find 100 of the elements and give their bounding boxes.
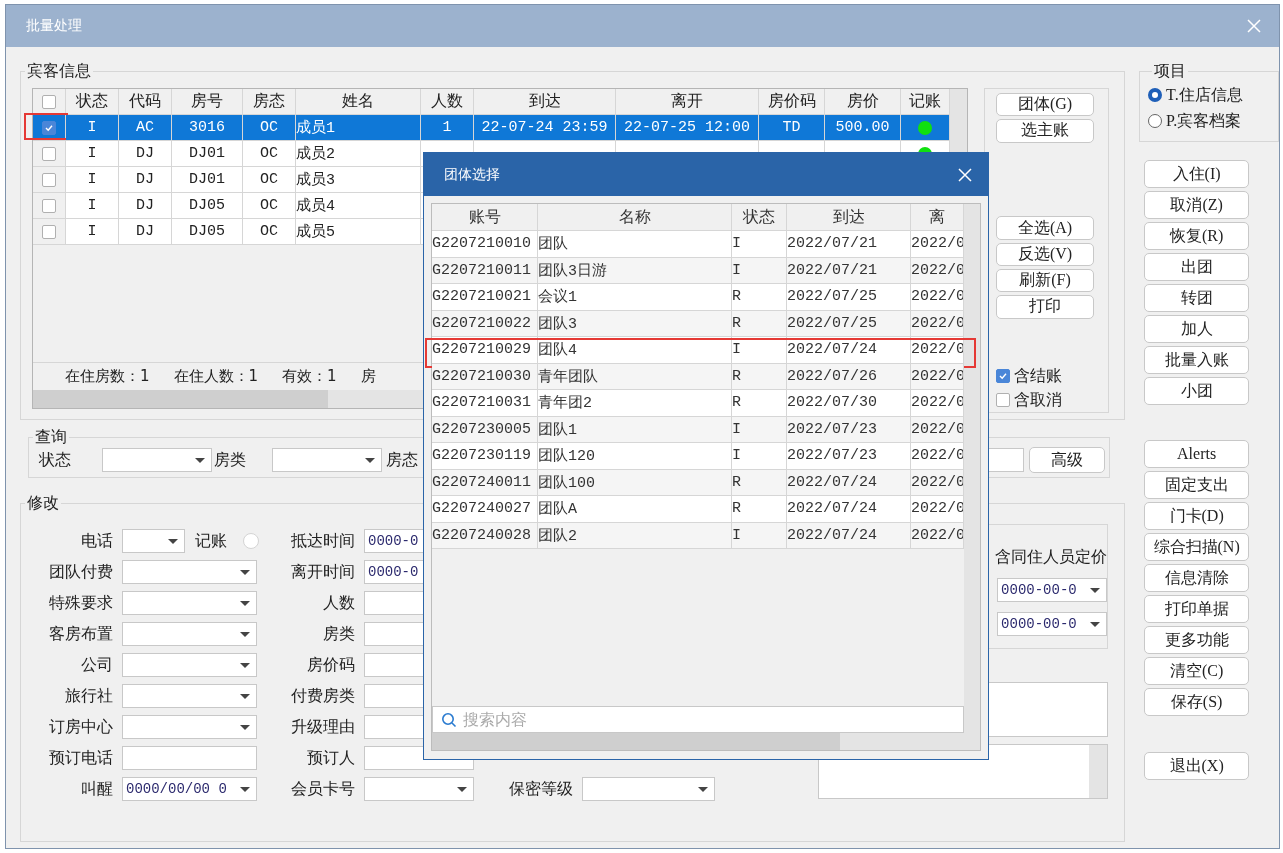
table-cell: DJ01 [172,167,243,193]
table-cell: R [732,363,787,390]
table-cell: 成员4 [296,193,421,219]
summary-text: 在住人数：1 [173,367,259,386]
table-cell: 成员2 [296,141,421,167]
table-cell: DJ05 [172,193,243,219]
table-cell: 2022/07/25 [787,310,911,337]
table-cell: 22-07-24 23:59 [474,115,616,141]
field-label: 人数 [322,592,356,614]
table-cell: 青年团队 [538,363,732,390]
section-title: 修改 [26,494,60,512]
table-cell: R [732,469,787,496]
field-label: 房类 [322,623,356,645]
field-label: 会员卡号 [290,778,356,800]
field-label: 旅行社 [64,685,114,707]
field-label: 付费房类 [290,685,356,707]
field-label: 抵达时间 [290,530,356,552]
field-label: 订房中心 [48,716,114,738]
table-cell: I [732,257,787,284]
table-cell: R [732,390,787,417]
field-label: 状态 [39,449,72,471]
table-cell: 会议1 [538,284,732,311]
table-cell: I [66,115,119,141]
table-cell: 成员1 [296,115,421,141]
table-cell: 2022/07/25 [787,284,911,311]
table-cell: OC [243,167,296,193]
table-cell: 2022/07/21 [787,231,911,258]
table-cell: OC [243,141,296,167]
table-cell: I [66,167,119,193]
field-label: 特殊要求 [48,592,114,614]
table-cell: 2022/07/24 [787,337,911,364]
radio-label: T.住店信息 [1166,84,1243,105]
table-cell: I [732,337,787,364]
field-label: 房类 [213,449,247,471]
table-cell: 成员5 [296,219,421,245]
radio-label: P.宾客档案 [1166,110,1242,131]
table-cell: 2022/07/23 [787,416,911,443]
table-cell: 团队 [538,231,732,258]
table-cell: 500.00 [825,115,901,141]
field-label: 房价码 [306,654,356,676]
field-label: 客房布置 [48,623,114,645]
field-label: 离开时间 [290,561,356,583]
pricing-label: 含同住人员定价 [995,547,1108,568]
table-cell: 青年团2 [538,390,732,417]
table-cell: 团队A [538,496,732,523]
summary-text: 在住房数：1 [65,367,150,386]
table-cell: G2207210011 [432,257,538,284]
table-cell: 团队3 [538,310,732,337]
table-cell: G2207210030 [432,363,538,390]
field-label: 团队付费 [48,561,114,583]
table-cell: 2022/07/23 [787,443,911,470]
field-label: 记账 [194,530,227,552]
summary-text: 房 [360,367,376,386]
table-cell: 2022/07/30 [787,390,911,417]
field-label: 房态 [385,449,418,471]
table-cell: TD [759,115,825,141]
table-cell: 1 [421,115,474,141]
table-cell: I [732,522,787,549]
field-label: 叫醒 [80,778,114,800]
table-cell: I [732,416,787,443]
table-cell: 2022/07/24 [787,496,911,523]
table-cell: 团队100 [538,469,732,496]
table-cell: 团队1 [538,416,732,443]
table-cell: 成员3 [296,167,421,193]
table-cell: G2207210010 [432,231,538,258]
checkbox-label: 含取消 [1014,389,1062,411]
section-title: 项目 [1153,62,1188,80]
table-cell: G2207230119 [432,443,538,470]
table-cell: 团队4 [538,337,732,364]
table-cell: G2207210021 [432,284,538,311]
section-title: 查询 [34,428,68,446]
table-cell: R [732,496,787,523]
field-label: 保密等级 [508,778,574,800]
table-cell: I [66,141,119,167]
table-cell: DJ [119,141,172,167]
field-label: 升级理由 [290,716,356,738]
table-cell: G2207230005 [432,416,538,443]
table-cell: OC [243,115,296,141]
field-label: 公司 [80,654,114,676]
table-cell: R [732,284,787,311]
field-label: 预订人 [306,747,356,769]
table-cell: G2207240028 [432,522,538,549]
table-cell: 2022/07/26 [787,363,911,390]
table-cell: G2207240027 [432,496,538,523]
table-cell: G2207210029 [432,337,538,364]
table-cell: I [66,219,119,245]
field-label: 预订电话 [48,747,114,769]
table-cell: 2022/07/24 [787,522,911,549]
table-cell: 团队3日游 [538,257,732,284]
table-cell: G2207240011 [432,469,538,496]
table-cell: DJ05 [172,219,243,245]
table-cell: 22-07-25 12:00 [616,115,759,141]
table-cell: 团队2 [538,522,732,549]
table-cell: 2022/07/24 [787,469,911,496]
table-cell: DJ [119,167,172,193]
table-cell: I [732,443,787,470]
table-cell: OC [243,219,296,245]
table-cell: R [732,310,787,337]
table-cell: DJ01 [172,141,243,167]
table-cell: AC [119,115,172,141]
